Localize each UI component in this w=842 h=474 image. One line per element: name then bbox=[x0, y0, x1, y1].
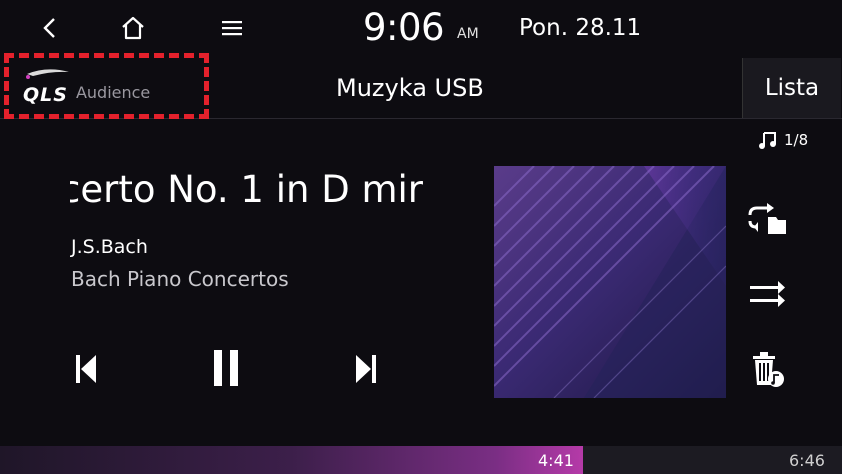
pause-icon bbox=[214, 350, 238, 386]
progress-fill bbox=[0, 446, 584, 474]
next-button[interactable] bbox=[346, 348, 386, 390]
home-button[interactable] bbox=[113, 8, 153, 48]
skip-previous-icon bbox=[76, 355, 96, 383]
date-label: Pon. 28.11 bbox=[519, 15, 642, 41]
shuffle-button[interactable] bbox=[745, 274, 789, 314]
home-icon bbox=[122, 16, 144, 40]
elapsed-time: 4:41 bbox=[538, 451, 574, 470]
qls-logo: QLS bbox=[23, 84, 68, 106]
song-title-text: certo No. 1 in D mir bbox=[70, 168, 423, 211]
menu-button[interactable] bbox=[212, 8, 252, 48]
previous-button[interactable] bbox=[66, 348, 106, 390]
trash-music-icon bbox=[753, 352, 784, 387]
audience-label: Audience bbox=[75, 82, 151, 102]
clock-ampm: AM bbox=[457, 26, 479, 42]
shuffle-icon bbox=[750, 281, 785, 307]
list-button[interactable]: Lista bbox=[742, 58, 841, 118]
artist-name: J.S.Bach bbox=[71, 236, 148, 258]
progress-bar[interactable] bbox=[0, 446, 842, 474]
status-bar: 9:06 AM Pon. 28.11 bbox=[0, 0, 842, 54]
clock-time: 9:06 bbox=[363, 6, 445, 49]
music-note-icon bbox=[759, 132, 776, 149]
sound-brand-badge[interactable]: QLS Audience bbox=[4, 53, 209, 119]
album-name: Bach Piano Concertos bbox=[71, 267, 289, 291]
total-time: 6:46 bbox=[789, 451, 825, 470]
pause-button[interactable] bbox=[205, 344, 247, 392]
repeat-button[interactable] bbox=[745, 199, 789, 239]
track-counter: 1/8 bbox=[758, 130, 808, 150]
repeat-folder-icon bbox=[748, 203, 786, 234]
page-title: Muzyka USB bbox=[336, 74, 484, 102]
song-title: certo No. 1 in D mir bbox=[70, 168, 475, 211]
skip-next-icon bbox=[356, 355, 376, 383]
album-art-image bbox=[494, 166, 726, 398]
track-position: 1/8 bbox=[784, 131, 809, 149]
back-arrow-icon bbox=[43, 18, 55, 38]
album-art bbox=[494, 166, 726, 398]
menu-icon bbox=[222, 21, 242, 36]
back-button[interactable] bbox=[30, 8, 70, 48]
delete-button[interactable] bbox=[745, 350, 789, 390]
